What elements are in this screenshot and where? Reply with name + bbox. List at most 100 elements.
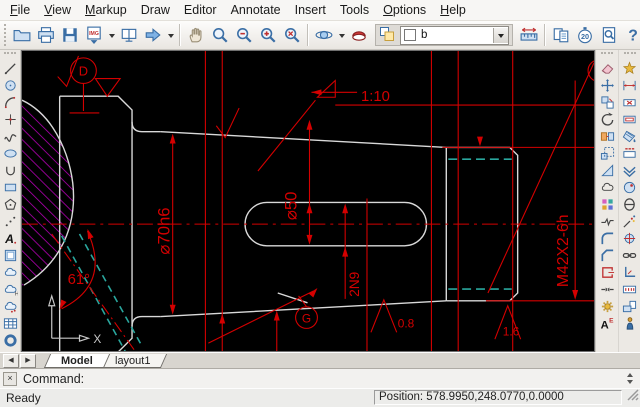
spline-tool-button[interactable] (2, 128, 19, 145)
zoomout-button[interactable] (232, 23, 256, 47)
layer-settings-icon[interactable] (379, 26, 397, 44)
dimjog-tool-button[interactable] (621, 77, 638, 94)
menu-markup[interactable]: Markup (78, 1, 134, 19)
tab-model[interactable]: Model (43, 353, 110, 368)
render-button[interactable] (347, 23, 371, 47)
dimframe-tool-button[interactable] (621, 111, 638, 128)
pages-button[interactable] (549, 23, 573, 47)
dimh-tool-button[interactable] (621, 145, 638, 162)
arc-tool-button[interactable] (2, 94, 19, 111)
circle-tool-button[interactable] (2, 77, 19, 94)
groupd-tool-button[interactable] (2, 298, 19, 315)
resize-grip-icon[interactable] (627, 388, 639, 406)
close-icon[interactable]: × (3, 371, 17, 386)
chamfer-tool-button[interactable] (599, 247, 616, 264)
rectangle-tool-button[interactable] (2, 179, 19, 196)
menu-draw[interactable]: Draw (134, 1, 177, 19)
screens-button[interactable] (117, 23, 141, 47)
image-tool-button[interactable] (2, 247, 19, 264)
fillet-tool-button[interactable] (599, 230, 616, 247)
palette-grip[interactable] (601, 52, 613, 58)
menu-help[interactable]: Help (433, 1, 473, 19)
copy-tool-button[interactable] (599, 94, 616, 111)
zoomext-button[interactable] (280, 23, 304, 47)
breakline-tool-button[interactable] (599, 213, 616, 230)
layer-combobox-dropdown[interactable] (493, 27, 508, 43)
menu-options[interactable]: Options (376, 1, 433, 19)
dropdown-arrow-icon[interactable] (336, 23, 347, 47)
workstation-tool-button[interactable] (621, 298, 638, 315)
target-tool-button[interactable] (621, 230, 638, 247)
arc3p-tool-button[interactable] (2, 162, 19, 179)
donut-tool-button[interactable] (2, 332, 19, 349)
group-tool-button[interactable] (2, 264, 19, 281)
dropdown-arrow-icon[interactable] (106, 23, 117, 47)
dimhh-tool-button[interactable] (621, 281, 638, 298)
eraser-tool-button[interactable] (599, 60, 616, 77)
cornerl-tool-button[interactable] (621, 264, 638, 281)
zoomin-button[interactable] (256, 23, 280, 47)
menu-view[interactable]: View (37, 1, 78, 19)
circledot-tool-button[interactable] (621, 179, 638, 196)
rotate-tool-button[interactable] (599, 111, 616, 128)
join-tool-button[interactable] (599, 281, 616, 298)
menu-insert[interactable]: Insert (288, 1, 333, 19)
tab-scroll-right-button[interactable]: ▶ (20, 353, 36, 368)
theta-tool-button[interactable] (621, 196, 638, 213)
wings-tool-button[interactable] (621, 162, 638, 179)
textedit-tool-button[interactable]: AE (599, 315, 616, 332)
preview-button[interactable] (597, 23, 621, 47)
text-tool-button[interactable]: A (2, 230, 19, 247)
triangle-tool-button[interactable] (599, 162, 616, 179)
palette-grip[interactable] (4, 52, 16, 58)
imgexport-button[interactable]: IMG (82, 23, 106, 47)
layer-combobox[interactable]: b (400, 25, 509, 45)
pan-button[interactable] (184, 23, 208, 47)
measure-button[interactable] (517, 23, 541, 47)
rectopen-tool-button[interactable] (599, 264, 616, 281)
point-tool-button[interactable] (2, 111, 19, 128)
scroll-down-icon[interactable] (624, 378, 636, 385)
print-button[interactable] (34, 23, 58, 47)
tab-scroll-left-button[interactable]: ◀ (3, 353, 19, 368)
datum-g-label: G (302, 312, 311, 326)
orbit-button[interactable] (312, 23, 336, 47)
help-button[interactable]: ? (621, 23, 640, 47)
save-button[interactable] (58, 23, 82, 47)
ellipse-tool-button[interactable] (2, 145, 19, 162)
pattern-tool-button[interactable] (599, 196, 616, 213)
polygon-tool-button[interactable] (2, 196, 19, 213)
cad-drawing[interactable]: X 1:10 ⌀50 ⌀70h6 2N9 M42X2-6h 61° 0.8 1.… (22, 51, 594, 351)
menu-file[interactable]: File (3, 1, 37, 19)
menu-annotate[interactable]: Annotate (224, 1, 288, 19)
drawing-canvas[interactable]: X 1:10 ⌀50 ⌀70h6 2N9 M42X2-6h 61° 0.8 1.… (21, 50, 595, 352)
move-tool-button[interactable] (599, 77, 616, 94)
line-tool-button[interactable] (2, 60, 19, 77)
person-tool-button[interactable] (621, 315, 638, 332)
cloud-tool-button[interactable] (599, 179, 616, 196)
menu-tools[interactable]: Tools (333, 1, 376, 19)
palette-grip[interactable] (623, 52, 636, 58)
scroll-up-icon[interactable] (624, 371, 636, 378)
chain-tool-button[interactable] (621, 247, 638, 264)
position-readout: Position: 578.9950,248.0770,0.0000 (374, 390, 622, 405)
table-tool-button[interactable] (2, 315, 19, 332)
explode-tool-button[interactable] (621, 60, 638, 77)
dimx-tool-button[interactable] (621, 94, 638, 111)
grouph-tool-button[interactable]: H (2, 281, 19, 298)
gear-tool-button[interactable] (599, 298, 616, 315)
menu-editor[interactable]: Editor (177, 1, 224, 19)
stopwatch-button[interactable]: 20 (573, 23, 597, 47)
toolbar-grip[interactable] (4, 24, 6, 46)
hatch-tool-button[interactable] (621, 128, 638, 145)
dropdown-arrow-icon[interactable] (165, 23, 176, 47)
zoomwin-button[interactable] (208, 23, 232, 47)
stretch-tool-button[interactable] (599, 128, 616, 145)
points-tool-button[interactable] (2, 213, 19, 230)
command-prompt[interactable]: Command: (23, 372, 84, 386)
goarrow-button[interactable] (141, 23, 165, 47)
open-button[interactable] (10, 23, 34, 47)
sprinkle-tool-button[interactable] (621, 213, 638, 230)
scale-tool-button[interactable] (599, 145, 616, 162)
chamfer-icon (601, 249, 613, 262)
